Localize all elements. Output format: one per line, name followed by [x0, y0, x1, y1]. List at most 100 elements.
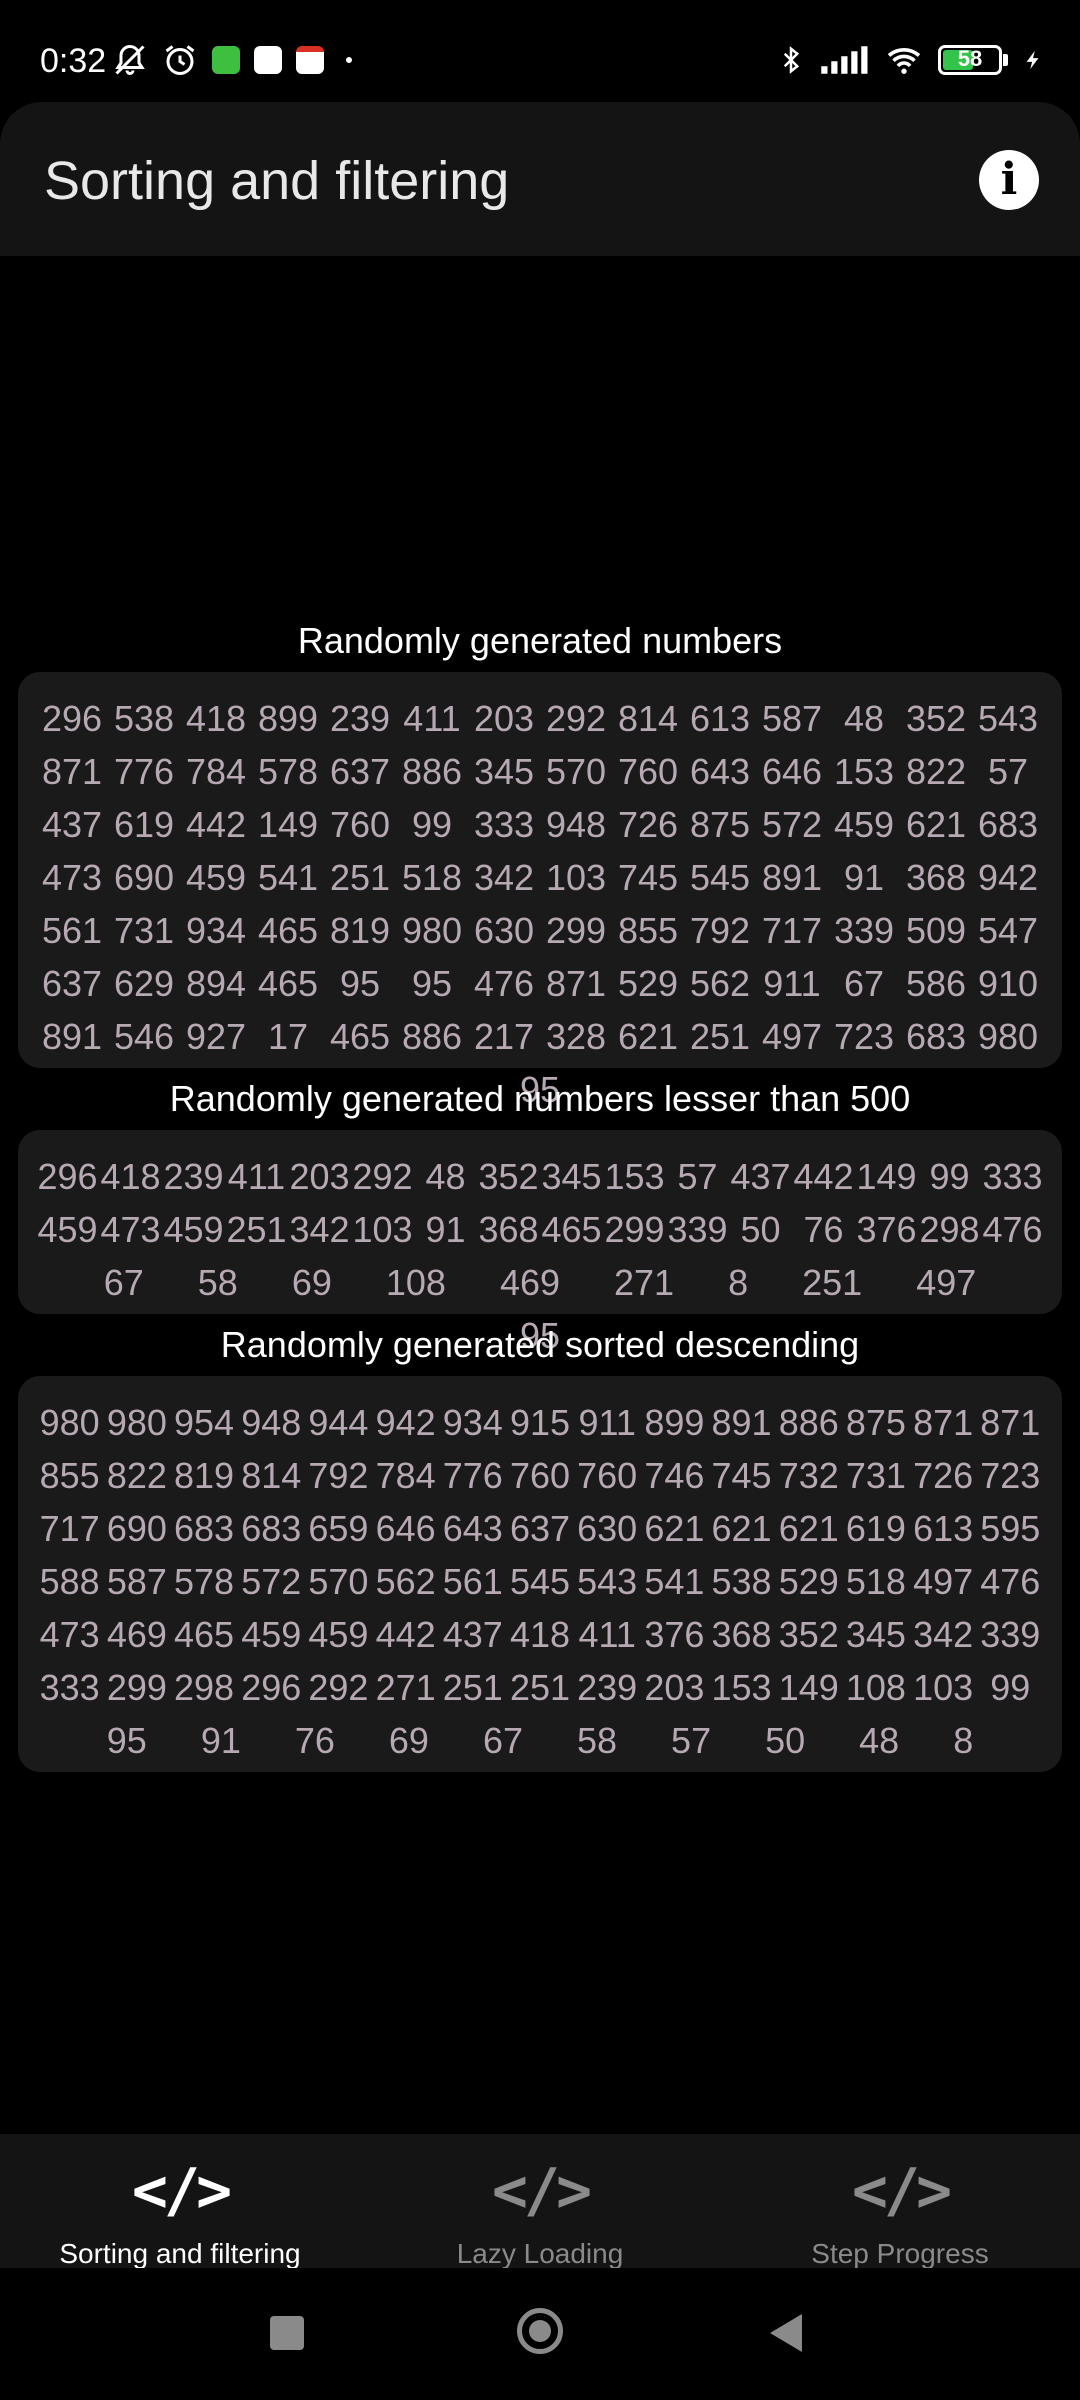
number-item: 948	[545, 804, 607, 845]
number-item: 345	[473, 751, 535, 792]
back-button[interactable]	[770, 2314, 802, 2352]
number-item: 418	[100, 1156, 161, 1197]
number-item: 760	[509, 1455, 571, 1496]
number-item: 545	[689, 857, 751, 898]
number-item: 411	[578, 1614, 636, 1655]
number-item: 345	[541, 1156, 602, 1197]
number-item: 980	[977, 1016, 1039, 1057]
number-item: 69	[388, 1720, 429, 1761]
tab-sorting-and-filtering[interactable]: </> Sorting and filtering	[0, 2134, 360, 2269]
dot-icon	[346, 57, 352, 63]
number-item: 562	[375, 1561, 436, 1602]
code-icon: </>	[131, 2156, 232, 2226]
number-item: 57	[671, 1720, 712, 1761]
number-item: 726	[913, 1455, 974, 1496]
number-item: 497	[913, 1561, 974, 1602]
number-item: 637	[329, 751, 391, 792]
number-item: 149	[257, 804, 319, 845]
number-item: 980	[39, 1402, 100, 1443]
number-item: 915	[509, 1402, 571, 1443]
number-item: 619	[113, 804, 175, 845]
number-item: 476	[473, 963, 535, 1004]
number-item: 58	[577, 1720, 618, 1761]
number-item: 473	[39, 1614, 100, 1655]
number-item: 76	[803, 1209, 844, 1250]
number-item: 497	[761, 1016, 823, 1057]
number-item: 776	[113, 751, 175, 792]
info-icon[interactable]: i	[979, 150, 1039, 210]
sorted-numbers-card: 980 980 954 948 944 942 934 915 911 899 891 886 875 8…	[18, 1376, 1062, 1772]
number-item: 48	[859, 1720, 900, 1761]
number-item: 48	[425, 1156, 466, 1197]
bottom-navigation: </> Sorting and filtering </> Lazy Loadi…	[0, 2134, 1080, 2269]
number-item: 934	[442, 1402, 503, 1443]
number-item: 911	[763, 963, 821, 1004]
number-item: 299	[604, 1209, 665, 1250]
number-item: 239	[577, 1667, 638, 1708]
number-item: 67	[103, 1262, 144, 1303]
number-item: 822	[106, 1455, 167, 1496]
number-item: 251	[329, 857, 391, 898]
number-item: 891	[41, 1016, 103, 1057]
number-item: 251	[442, 1667, 503, 1708]
number-item: 613	[689, 698, 751, 739]
number-item: 927	[185, 1016, 247, 1057]
number-item: 99	[411, 804, 453, 845]
number-item: 352	[778, 1614, 839, 1655]
number-item: 683	[905, 1016, 967, 1057]
number-item: 411	[403, 698, 461, 739]
notification-icons	[112, 42, 352, 78]
number-item: 731	[113, 910, 175, 951]
number-list: 296 538 418 899 239 411 203 292 814 613 587 48 352 54…	[36, 692, 1044, 1116]
number-item: 621	[617, 1016, 679, 1057]
number-item: 465	[541, 1209, 602, 1250]
number-item: 352	[478, 1156, 539, 1197]
number-item: 459	[241, 1614, 302, 1655]
number-item: 561	[41, 910, 103, 951]
number-item: 509	[905, 910, 967, 951]
status-bar: 0:32 58	[0, 0, 1080, 100]
number-item: 637	[509, 1508, 571, 1549]
number-item: 784	[375, 1455, 436, 1496]
number-item: 292	[545, 698, 607, 739]
number-item: 538	[113, 698, 175, 739]
number-item: 683	[241, 1508, 302, 1549]
number-item: 376	[856, 1209, 917, 1250]
number-item: 251	[802, 1262, 863, 1303]
number-item: 76	[294, 1720, 335, 1761]
charging-icon	[1026, 50, 1039, 70]
number-item: 717	[761, 910, 823, 951]
number-item: 333	[982, 1156, 1043, 1197]
number-item: 67	[482, 1720, 523, 1761]
number-item: 153	[711, 1667, 772, 1708]
number-item: 746	[644, 1455, 705, 1496]
number-item: 819	[174, 1455, 235, 1496]
number-item: 339	[667, 1209, 728, 1250]
number-item: 646	[375, 1508, 436, 1549]
number-item: 886	[778, 1402, 839, 1443]
tab-lazy-loading[interactable]: </> Lazy Loading	[360, 2134, 720, 2269]
number-item: 886	[401, 751, 463, 792]
number-item: 529	[778, 1561, 839, 1602]
number-item: 814	[241, 1455, 302, 1496]
number-item: 298	[919, 1209, 980, 1250]
number-item: 271	[614, 1262, 675, 1303]
number-item: 595	[980, 1508, 1041, 1549]
number-item: 342	[289, 1209, 350, 1250]
number-item: 944	[308, 1402, 369, 1443]
number-item: 875	[689, 804, 751, 845]
tab-step-progress[interactable]: </> Step Progress	[720, 2134, 1080, 2269]
number-item: 942	[375, 1402, 436, 1443]
recents-button[interactable]	[270, 2316, 304, 2350]
number-item: 630	[473, 910, 535, 951]
number-item: 459	[37, 1209, 98, 1250]
number-item: 541	[257, 857, 319, 898]
number-item: 723	[833, 1016, 895, 1057]
system-navigation	[0, 2268, 1080, 2400]
number-item: 437	[442, 1614, 503, 1655]
number-item: 546	[113, 1016, 175, 1057]
number-item: 871	[545, 963, 607, 1004]
number-item: 459	[833, 804, 895, 845]
number-item: 497	[916, 1262, 977, 1303]
number-item: 561	[442, 1561, 503, 1602]
